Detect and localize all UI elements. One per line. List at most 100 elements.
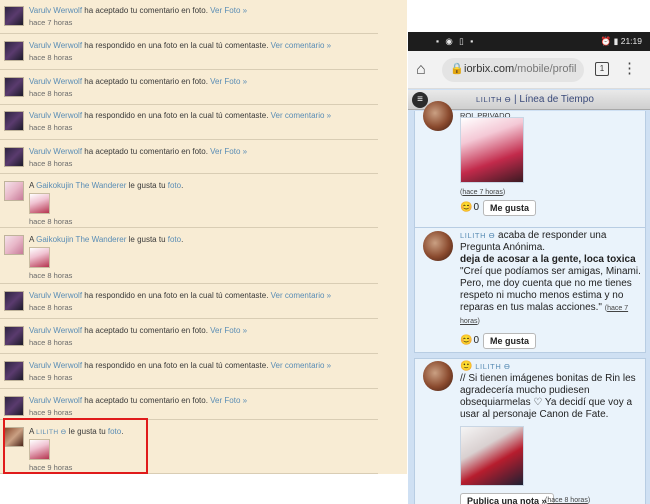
like-count: 0	[473, 335, 480, 347]
user-link[interactable]: Varulv Werwolf	[29, 361, 82, 370]
user-avatar[interactable]	[4, 235, 24, 255]
photo-thumbnail[interactable]	[29, 193, 50, 214]
notification-action: ha aceptado tu comentario en foto.	[82, 147, 211, 156]
user-link[interactable]: Varulv Werwolf	[29, 6, 82, 15]
avatar[interactable]	[423, 231, 453, 261]
post-author[interactable]: LILITH ϴ	[475, 362, 510, 371]
phone-screen: ▪ ◉ ▯ ▪ ⏰ ▮ 21:19 ⌂ 🔒 iorbix.com/mobile/…	[408, 32, 650, 504]
browser-bar: ⌂ 🔒 iorbix.com/mobile/profil 1 ⋮	[408, 51, 650, 89]
status-time: 21:19	[620, 36, 642, 46]
like-box: 😊0 Me gusta	[460, 199, 537, 217]
post-body: 🙂 LILITH ϴ // Si tienen imágenes bonitas…	[460, 361, 646, 421]
notification-text: A Gaikokujin The Wanderer le gusta tu fo…	[29, 235, 183, 244]
notification-link[interactable]: foto	[168, 235, 181, 244]
user-avatar[interactable]	[4, 361, 24, 381]
highlight-box	[3, 418, 148, 474]
notification-action: ha aceptado tu comentario en foto.	[82, 396, 211, 405]
avatar[interactable]	[423, 361, 453, 391]
user-link[interactable]: Varulv Werwolf	[29, 147, 82, 156]
notification-action: ha respondido en una foto en la cual tú …	[82, 291, 271, 300]
user-link[interactable]: Gaikokujin The Wanderer	[36, 181, 126, 190]
notification-item: Varulv Werwolf ha respondido en una foto…	[0, 285, 378, 319]
notification-link[interactable]: Ver comentario »	[271, 111, 331, 120]
notification-action: ha aceptado tu comentario en foto.	[82, 326, 211, 335]
notification-time: hace 8 horas	[29, 303, 73, 312]
user-avatar[interactable]	[4, 111, 24, 131]
photo-thumbnail[interactable]	[29, 247, 50, 268]
notification-link[interactable]: Ver Foto »	[210, 396, 247, 405]
avatar[interactable]	[423, 101, 453, 131]
home-icon[interactable]: ⌂	[416, 61, 426, 79]
notification-text: Varulv Werwolf ha aceptado tu comentario…	[29, 326, 247, 335]
user-avatar[interactable]	[4, 291, 24, 311]
notification-link[interactable]: Ver Foto »	[210, 326, 247, 335]
user-link[interactable]: Varulv Werwolf	[29, 291, 82, 300]
notification-text: A Gaikokujin The Wanderer le gusta tu fo…	[29, 181, 183, 190]
notification-item: Varulv Werwolf ha respondido en una foto…	[0, 35, 378, 70]
tab-count-button[interactable]: 1	[595, 62, 609, 76]
user-avatar[interactable]	[4, 41, 24, 61]
notification-text: Varulv Werwolf ha respondido en una foto…	[29, 41, 331, 50]
notification-link[interactable]: Ver Foto »	[210, 6, 247, 15]
notification-item: Varulv Werwolf ha aceptado tu comentario…	[0, 71, 378, 105]
notification-action: ha respondido en una foto en la cual tú …	[82, 111, 271, 120]
notification-link[interactable]: foto	[168, 181, 181, 190]
post-text: // Si tienen imágenes bonitas de Rin les…	[460, 373, 636, 420]
user-avatar[interactable]	[4, 326, 24, 346]
post-time: (hace 7 horas)	[460, 189, 506, 196]
notification-link[interactable]: Ver comentario »	[271, 291, 331, 300]
user-avatar[interactable]	[4, 147, 24, 167]
user-link[interactable]: Gaikokujin The Wanderer	[36, 235, 126, 244]
notification-action: le gusta tu	[126, 181, 168, 190]
like-button[interactable]: Me gusta	[483, 199, 537, 216]
notification-item: Varulv Werwolf ha respondido en una foto…	[0, 105, 378, 140]
status-clock: ⏰ ▮ 21:19	[601, 36, 642, 47]
url-field[interactable]: 🔒 iorbix.com/mobile/profil	[442, 58, 584, 82]
notifications-panel: Varulv Werwolf ha aceptado tu comentario…	[0, 0, 407, 474]
like-button[interactable]: Me gusta	[483, 332, 537, 349]
status-bar: ▪ ◉ ▯ ▪ ⏰ ▮ 21:19	[408, 32, 650, 51]
notification-link[interactable]: Ver comentario »	[271, 41, 331, 50]
notification-time: hace 8 horas	[29, 89, 73, 98]
notification-link[interactable]: Ver comentario »	[271, 361, 331, 370]
notification-action: ha respondido en una foto en la cual tú …	[82, 361, 271, 370]
user-avatar[interactable]	[4, 181, 24, 201]
post-author[interactable]: LILITH ϴ	[460, 231, 495, 240]
status-icons-left: ▪ ◉ ▯ ▪	[436, 36, 476, 46]
notification-text: Varulv Werwolf ha aceptado tu comentario…	[29, 147, 247, 156]
status-icons-right: ⏰ ▮	[600, 36, 619, 46]
notification-item: Varulv Werwolf ha respondido en una foto…	[0, 355, 378, 389]
more-menu-icon[interactable]: ⋮	[622, 59, 637, 77]
notification-time: hace 8 horas	[29, 217, 73, 226]
notification-time: hace 7 horas	[29, 18, 73, 27]
post-image[interactable]	[460, 426, 524, 486]
profile-name[interactable]: LILITH ϴ	[476, 95, 511, 104]
user-link[interactable]: Varulv Werwolf	[29, 77, 82, 86]
smile-icon: 😊	[460, 335, 473, 347]
notification-link[interactable]: Ver Foto »	[210, 147, 247, 156]
like-count: 0	[473, 202, 480, 214]
post-image[interactable]	[460, 117, 524, 183]
notification-time: hace 9 horas	[29, 373, 73, 382]
notification-item: Varulv Werwolf ha aceptado tu comentario…	[0, 390, 378, 420]
notification-text: Varulv Werwolf ha aceptado tu comentario…	[29, 396, 247, 405]
notification-time: hace 8 horas	[29, 53, 73, 62]
user-link[interactable]: Varulv Werwolf	[29, 111, 82, 120]
user-link[interactable]: Varulv Werwolf	[29, 396, 82, 405]
notification-time: hace 9 horas	[29, 408, 73, 417]
smile-icon: 🙂	[460, 361, 473, 372]
notification-link[interactable]: Ver Foto »	[210, 77, 247, 86]
user-avatar[interactable]	[4, 396, 24, 416]
post-time: (hace 8 horas)	[545, 497, 591, 504]
notification-time: hace 8 horas	[29, 123, 73, 132]
user-avatar[interactable]	[4, 6, 24, 26]
notification-action: ha respondido en una foto en la cual tú …	[82, 41, 271, 50]
user-avatar[interactable]	[4, 77, 24, 97]
publish-note-button[interactable]: Publica una nota »	[460, 493, 554, 504]
user-link[interactable]: Varulv Werwolf	[29, 41, 82, 50]
notification-text: Varulv Werwolf ha respondido en una foto…	[29, 361, 331, 370]
notification-item: Varulv Werwolf ha aceptado tu comentario…	[0, 320, 378, 354]
user-link[interactable]: Varulv Werwolf	[29, 326, 82, 335]
notification-item: Varulv Werwolf ha aceptado tu comentario…	[0, 0, 378, 34]
url-text: iorbix.com/mobile/profil	[464, 63, 576, 75]
